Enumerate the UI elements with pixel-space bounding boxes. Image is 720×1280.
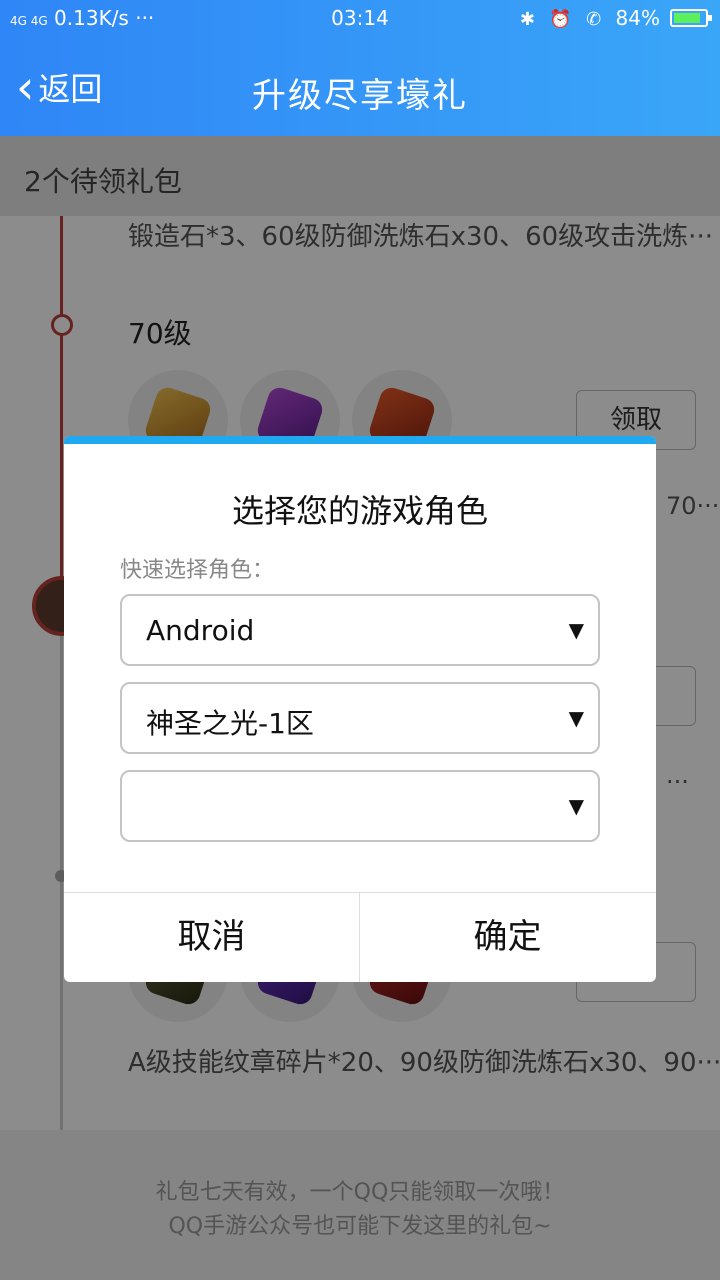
platform-select-value: Android xyxy=(146,614,255,647)
battery-icon xyxy=(670,9,712,27)
cancel-button[interactable]: 取消 xyxy=(64,893,359,982)
alarm-icon: ⏰ xyxy=(549,9,572,30)
dialog-title: 选择您的游戏角色 xyxy=(231,492,488,530)
server-select-value: 神圣之光-1区 xyxy=(146,707,314,740)
confirm-button[interactable]: 确定 xyxy=(360,893,655,982)
nav-bar: ‹ 返回 升级尽享壕礼 xyxy=(0,50,720,130)
select-role-dialog: 选择您的游戏角色 快速选择角色： Android ▼ 神圣之光-1区 ▼ ▼ 取… xyxy=(64,436,656,982)
bluetooth-icon: ✱ xyxy=(519,9,535,30)
dropdown-arrow-icon: ▼ xyxy=(568,706,584,730)
server-select[interactable]: 神圣之光-1区 ▼ xyxy=(120,682,600,754)
dropdown-arrow-icon: ▼ xyxy=(568,794,584,818)
dialog-accent-bar xyxy=(64,436,656,444)
status-right: ✱ ⏰ ✆ 84% xyxy=(520,6,660,30)
status-bar: 4G 4G 0.13K/s ··· 03:14 ✱ ⏰ ✆ 84% xyxy=(0,0,720,38)
top-bar: 4G 4G 0.13K/s ··· 03:14 ✱ ⏰ ✆ 84% ‹ 返回 升… xyxy=(0,0,720,136)
dropdown-arrow-icon: ▼ xyxy=(568,618,584,642)
quick-select-label: 快速选择角色： xyxy=(120,558,275,583)
page-title: 升级尽享壕礼 xyxy=(252,76,468,116)
role-select[interactable]: ▼ xyxy=(120,770,600,842)
battery-percent: 84% xyxy=(615,6,660,30)
hd-call-icon: ✆ xyxy=(586,9,602,30)
platform-select[interactable]: Android ▼ xyxy=(120,594,600,666)
